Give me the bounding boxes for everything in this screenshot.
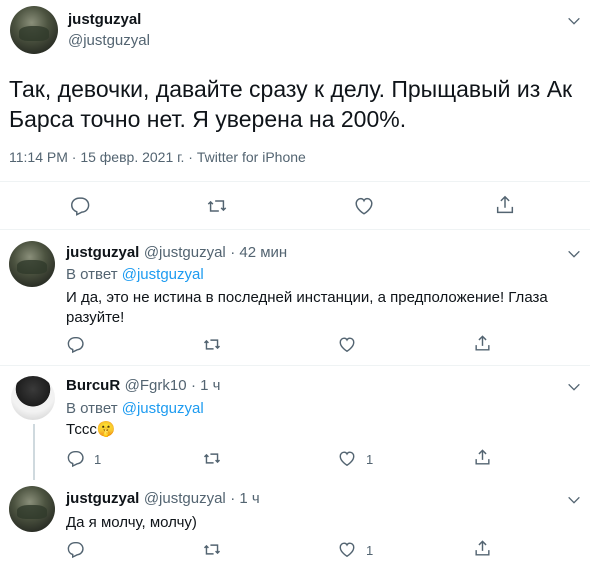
tweet-text-line-2: Барса точно нет. Я уверена на 200%. [9,106,407,132]
like-icon[interactable] [337,449,357,468]
tweet-source[interactable]: Twitter for iPhone [197,149,306,165]
handle[interactable]: @justguzyal [144,490,226,507]
share-icon[interactable] [494,194,516,216]
avatar[interactable] [10,6,58,54]
reply-icon[interactable] [69,195,91,217]
reply-icon[interactable] [66,540,85,559]
reply-to-handle[interactable]: @justguzyal [122,400,204,417]
chevron-down-icon[interactable] [566,13,582,29]
reply-text: Тссс [66,421,97,438]
reply-icon[interactable] [66,449,85,468]
display-name[interactable]: justguzyal [66,244,139,261]
display-name[interactable]: justguzyal [66,490,139,507]
avatar[interactable] [9,486,55,532]
tweet-text-line-1: Так, девочки, давайте сразу к делу. Прыщ… [9,76,573,102]
display-name[interactable]: justguzyal [68,11,141,28]
reply-text-line-2: разуйте! [66,309,125,326]
reply-to-handle[interactable]: @justguzyal [122,266,204,283]
shush-emoji: 🤫 [96,421,116,438]
share-icon[interactable] [473,539,492,558]
handle[interactable]: @justguzyal [68,32,150,49]
reply-time[interactable]: · 1 ч [230,490,260,507]
chevron-down-icon[interactable] [566,246,582,262]
display-name[interactable]: BurcuR [66,377,120,394]
reply-to-label: В ответ [66,266,122,283]
reply-count: 1 [94,452,102,467]
retweet-icon[interactable] [205,195,229,217]
like-icon[interactable] [337,540,357,559]
like-icon[interactable] [337,335,357,354]
reply-text: Да я молчу, молчу) [66,514,197,531]
chevron-down-icon[interactable] [566,379,582,395]
handle[interactable]: @justguzyal [144,244,226,261]
reply-time[interactable]: · 42 мин [230,244,287,261]
handle[interactable]: @Fgrk10 [125,377,187,394]
divider [0,365,590,366]
like-count: 1 [366,452,374,467]
tweet-timestamp[interactable]: 11:14 PM · 15 февр. 2021 г. · [9,149,197,165]
thread-line [33,424,35,480]
share-icon[interactable] [473,448,492,467]
divider [0,181,590,182]
avatar[interactable] [9,241,55,287]
divider [0,229,590,230]
retweet-icon[interactable] [202,335,222,354]
chevron-down-icon[interactable] [566,492,582,508]
share-icon[interactable] [473,334,492,353]
reply-icon[interactable] [66,335,85,354]
like-icon[interactable] [352,195,376,217]
avatar[interactable] [11,376,55,420]
reply-text-line-1: И да, это не истина в последней инстанци… [66,289,548,306]
retweet-icon[interactable] [202,540,222,559]
reply-to-label: В ответ [66,400,122,417]
reply-time[interactable]: · 1 ч [191,377,221,394]
like-count: 1 [366,543,374,558]
retweet-icon[interactable] [202,449,222,468]
